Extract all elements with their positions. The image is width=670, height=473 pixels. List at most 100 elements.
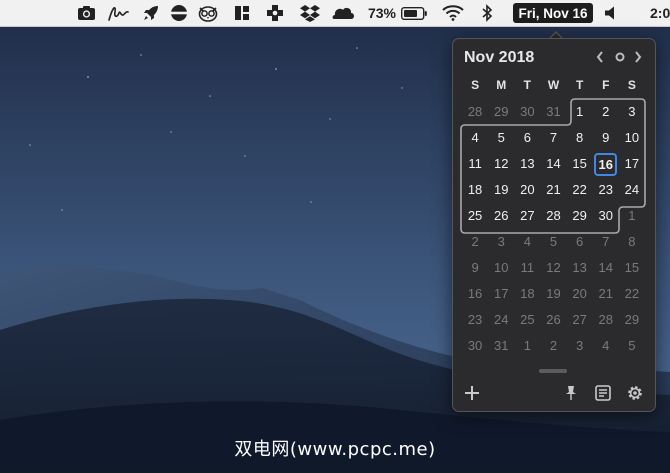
calendar-day[interactable]: 1 [514, 333, 540, 359]
rocket-icon[interactable] [140, 0, 162, 26]
calendar-day[interactable]: 26 [540, 307, 566, 333]
calendar-day[interactable]: 3 [488, 229, 514, 255]
calendar-day[interactable]: 9 [593, 125, 619, 151]
calendar-day[interactable]: 11 [462, 151, 488, 177]
day-number: 22 [624, 286, 640, 301]
calendar-day[interactable]: 31 [488, 333, 514, 359]
calendar-day[interactable]: 9 [462, 255, 488, 281]
calendar-day[interactable]: 1 [619, 203, 645, 229]
calendar-day[interactable]: 8 [619, 229, 645, 255]
calendar-day[interactable]: 25 [514, 307, 540, 333]
signature-icon[interactable] [106, 0, 132, 26]
calendar-day[interactable]: 4 [593, 333, 619, 359]
calendar-day[interactable]: 21 [593, 281, 619, 307]
calendar-day[interactable]: 29 [619, 307, 645, 333]
calendar-day[interactable]: 29 [488, 99, 514, 125]
calendar-day[interactable]: 31 [540, 99, 566, 125]
calendar-day[interactable]: 24 [619, 177, 645, 203]
speaker-icon[interactable] [600, 0, 622, 26]
calendar-day[interactable]: 19 [488, 177, 514, 203]
calendar-day[interactable]: 30 [593, 203, 619, 229]
calendar-day[interactable]: 30 [462, 333, 488, 359]
battery-icon[interactable] [400, 0, 428, 26]
notes-button[interactable] [592, 382, 614, 404]
wifi-icon[interactable] [440, 0, 466, 26]
pin-button[interactable] [560, 382, 582, 404]
calendar-day[interactable]: 4 [514, 229, 540, 255]
calendar-day-today[interactable]: 16 [593, 151, 619, 177]
calendar-day[interactable]: 25 [462, 203, 488, 229]
calendar-day[interactable]: 12 [540, 255, 566, 281]
cloud-icon[interactable] [330, 0, 356, 26]
day-number: 15 [624, 260, 640, 275]
bluetooth-icon[interactable] [478, 0, 496, 26]
previous-month-button[interactable] [595, 50, 605, 64]
battery-percent[interactable]: 73% [364, 0, 400, 26]
calendar-day[interactable]: 27 [567, 307, 593, 333]
dropbox-icon[interactable] [298, 0, 322, 26]
calendar-day[interactable]: 14 [540, 151, 566, 177]
calendar-day[interactable]: 24 [488, 307, 514, 333]
calendar-day[interactable]: 18 [462, 177, 488, 203]
today-button[interactable] [614, 50, 626, 64]
chevron-left-icon [596, 51, 603, 63]
calendar-day[interactable]: 17 [619, 151, 645, 177]
calendar-day[interactable]: 3 [619, 99, 645, 125]
calendar-day[interactable]: 6 [514, 125, 540, 151]
calendar-day[interactable]: 2 [540, 333, 566, 359]
month-title: Nov 2018 [464, 49, 535, 66]
resize-handle[interactable] [539, 369, 567, 373]
calendar-day[interactable]: 26 [488, 203, 514, 229]
calendar-day[interactable]: 18 [514, 281, 540, 307]
calendar-day[interactable]: 13 [567, 255, 593, 281]
calendar-day[interactable]: 23 [593, 177, 619, 203]
add-event-button[interactable] [461, 382, 483, 404]
calendar-day[interactable]: 8 [567, 125, 593, 151]
medical-plus-icon[interactable] [264, 0, 286, 26]
calendar-day[interactable]: 6 [567, 229, 593, 255]
calendar-day[interactable]: 13 [514, 151, 540, 177]
calendar-day[interactable]: 17 [488, 281, 514, 307]
calendar-day[interactable]: 7 [540, 125, 566, 151]
day-number: 1 [628, 208, 636, 223]
camera-icon[interactable] [74, 0, 98, 26]
window-tiles-icon[interactable] [232, 0, 252, 26]
calendar-day[interactable]: 7 [593, 229, 619, 255]
calendar-day[interactable]: 21 [540, 177, 566, 203]
calendar-day[interactable]: 5 [488, 125, 514, 151]
calendar-day[interactable]: 23 [462, 307, 488, 333]
calendar-day[interactable]: 3 [567, 333, 593, 359]
calendar-day[interactable]: 30 [514, 99, 540, 125]
chevron-right-icon [635, 51, 642, 63]
calendar-day[interactable]: 10 [619, 125, 645, 151]
settings-button[interactable] [624, 382, 646, 404]
calendar-day[interactable]: 2 [462, 229, 488, 255]
globe-icon[interactable] [168, 0, 190, 26]
calendar-day[interactable]: 12 [488, 151, 514, 177]
calendar-day[interactable]: 10 [488, 255, 514, 281]
calendar-day[interactable]: 16 [462, 281, 488, 307]
date-menubar-button[interactable]: Fri, Nov 16 [513, 3, 593, 23]
calendar-day[interactable]: 27 [514, 203, 540, 229]
calendar-day[interactable]: 1 [567, 99, 593, 125]
calendar-day[interactable]: 28 [462, 99, 488, 125]
calendar-day[interactable]: 4 [462, 125, 488, 151]
next-month-button[interactable] [633, 50, 643, 64]
calendar-day[interactable]: 15 [567, 151, 593, 177]
clock-label[interactable]: 2:0 [650, 0, 670, 26]
calendar-day[interactable]: 11 [514, 255, 540, 281]
calendar-day[interactable]: 22 [619, 281, 645, 307]
calendar-day[interactable]: 15 [619, 255, 645, 281]
calendar-day[interactable]: 14 [593, 255, 619, 281]
calendar-day[interactable]: 19 [540, 281, 566, 307]
calendar-day[interactable]: 28 [593, 307, 619, 333]
calendar-day[interactable]: 5 [619, 333, 645, 359]
calendar-day[interactable]: 29 [567, 203, 593, 229]
calendar-day[interactable]: 5 [540, 229, 566, 255]
calendar-day[interactable]: 20 [567, 281, 593, 307]
calendar-day[interactable]: 28 [540, 203, 566, 229]
calendar-day[interactable]: 22 [567, 177, 593, 203]
calendar-day[interactable]: 20 [514, 177, 540, 203]
owl-icon[interactable] [196, 0, 220, 26]
calendar-day[interactable]: 2 [593, 99, 619, 125]
